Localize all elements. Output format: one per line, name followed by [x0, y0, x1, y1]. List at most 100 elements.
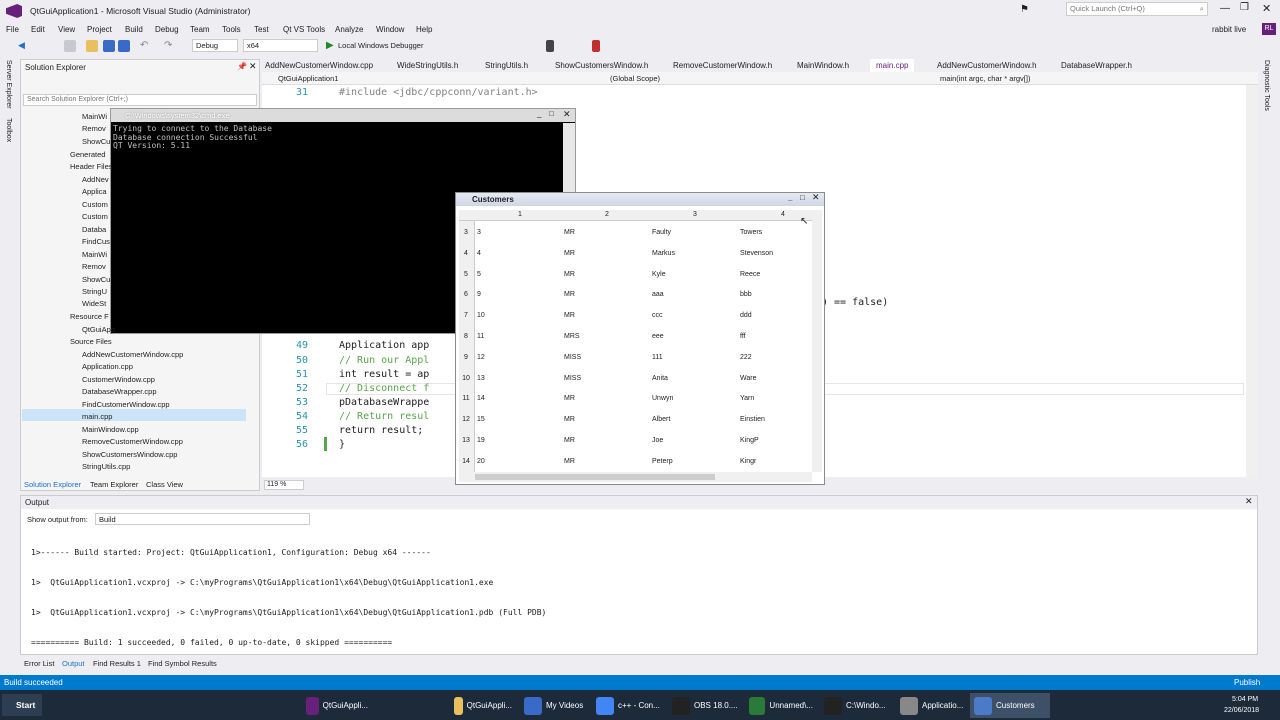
tab-stringutils-h[interactable]: StringUtils.h: [479, 59, 534, 72]
taskbar-item[interactable]: C:\Windo...: [820, 693, 888, 718]
run-icon[interactable]: ▶: [326, 40, 334, 51]
column-header[interactable]: 2: [605, 211, 609, 218]
tree-item[interactable]: Remov: [82, 262, 106, 271]
table-cell[interactable]: MISS: [564, 354, 581, 361]
table-cell[interactable]: 222: [740, 354, 752, 361]
table-cell[interactable]: Albert: [652, 416, 670, 423]
table-cell[interactable]: Faulty: [652, 229, 671, 236]
table-cell[interactable]: 4: [477, 250, 481, 257]
maximize-button[interactable]: ❐: [1240, 2, 1249, 13]
customers-window[interactable]: Customers _ □ ✕: [455, 192, 825, 485]
tab-team-explorer[interactable]: Team Explorer: [90, 480, 138, 489]
table-cell[interactable]: Markus: [652, 250, 675, 257]
editor-scrollbar[interactable]: [1246, 85, 1258, 477]
table-cell[interactable]: MISS: [564, 375, 581, 382]
menu-project[interactable]: Project: [87, 25, 112, 34]
zoom-select[interactable]: 119 %: [264, 480, 304, 490]
tree-item[interactable]: Resource F: [70, 312, 109, 321]
menu-window[interactable]: Window: [376, 25, 404, 34]
menu-edit[interactable]: Edit: [31, 25, 45, 34]
nav-function[interactable]: main(int argc, char * argv[]): [940, 74, 1030, 83]
tree-item[interactable]: DatabaseWrapper.cpp: [82, 387, 157, 396]
table-cell[interactable]: aaa: [652, 291, 664, 298]
output-source-select[interactable]: Build: [95, 513, 310, 525]
bookmark-icon[interactable]: [546, 40, 554, 52]
back-icon[interactable]: ◀: [18, 40, 30, 52]
solution-search-input[interactable]: Search Solution Explorer (Ctrl+;): [23, 94, 257, 106]
tab-mainwindow-h[interactable]: MainWindow.h: [791, 59, 855, 72]
pin-icon[interactable]: 📌: [237, 62, 247, 71]
breakpoint-icon[interactable]: [592, 40, 600, 52]
table-cell[interactable]: MR: [564, 437, 575, 444]
menu-file[interactable]: File: [6, 25, 19, 34]
table-cell[interactable]: MR: [564, 250, 575, 257]
customers-close-button[interactable]: ✕: [812, 192, 820, 203]
table-cell[interactable]: MR: [564, 229, 575, 236]
output-close-icon[interactable]: ✕: [1245, 496, 1253, 507]
tab-addnewcustomerwindow-h[interactable]: AddNewCustomerWindow.h: [931, 59, 1043, 72]
tab-solution-explorer[interactable]: Solution Explorer: [24, 480, 81, 489]
tree-item[interactable]: StringU: [82, 287, 107, 296]
notification-flag-icon[interactable]: ⚑: [1020, 4, 1029, 15]
platform-select[interactable]: x64: [243, 39, 318, 52]
tree-item[interactable]: Source Files: [70, 337, 112, 346]
tree-item[interactable]: MainWindow.cpp: [82, 425, 139, 434]
customers-titlebar[interactable]: Customers _ □ ✕: [456, 192, 824, 206]
table-vscroll[interactable]: [812, 210, 822, 472]
publish-button[interactable]: Publish: [1234, 678, 1260, 687]
table-cell[interactable]: Unwyn: [652, 395, 673, 402]
table-hscroll[interactable]: [459, 472, 812, 482]
tab-main-cpp[interactable]: main.cpp: [870, 59, 915, 72]
tab-class-view[interactable]: Class View: [146, 480, 183, 489]
menu-build[interactable]: Build: [125, 25, 143, 34]
tree-item[interactable]: StringUtils.cpp: [82, 462, 130, 471]
menu-analyze[interactable]: Analyze: [335, 25, 363, 34]
menu-tools[interactable]: Tools: [222, 25, 241, 34]
tab-removecustomerwindow-h[interactable]: RemoveCustomerWindow.h: [667, 59, 778, 72]
menu-qt-vs-tools[interactable]: Qt VS Tools: [283, 25, 325, 34]
table-cell[interactable]: 13: [477, 375, 485, 382]
table-cell[interactable]: Yarn: [740, 395, 754, 402]
nav-project[interactable]: QtGuiApplication1: [278, 74, 338, 83]
tree-item[interactable]: Generated: [70, 150, 105, 159]
tab-showcustomerswindow-h[interactable]: ShowCustomersWindow.h: [549, 59, 654, 72]
tree-item[interactable]: main.cpp: [82, 412, 112, 421]
table-cell[interactable]: 3: [477, 229, 481, 236]
column-header[interactable]: 4: [781, 211, 785, 218]
tab-widestringutils-h[interactable]: WideStringUtils.h: [391, 59, 464, 72]
tree-item[interactable]: MainWi: [82, 112, 107, 121]
table-cell[interactable]: fff: [740, 333, 746, 340]
undo-icon[interactable]: ↶: [140, 40, 152, 52]
run-debugger-button[interactable]: Local Windows Debugger: [338, 41, 423, 50]
taskbar-item[interactable]: Unnamed\...: [745, 693, 813, 718]
taskbar-item[interactable]: Applicatio...: [896, 693, 966, 718]
column-header[interactable]: 1: [518, 211, 522, 218]
table-cell[interactable]: bbb: [740, 291, 752, 298]
table-cell[interactable]: ccc: [652, 312, 663, 319]
tree-item[interactable]: RemoveCustomerWindow.cpp: [82, 437, 183, 446]
tree-item[interactable]: Remov: [82, 124, 106, 133]
save-icon[interactable]: [103, 40, 115, 52]
tree-item[interactable]: MainWi: [82, 250, 107, 259]
tree-item[interactable]: ShowCu: [82, 137, 110, 146]
side-tab-toolbox[interactable]: Toolbox: [5, 118, 12, 142]
table-cell[interactable]: 20: [477, 458, 485, 465]
table-cell[interactable]: Stevenson: [740, 250, 773, 257]
taskbar-item[interactable]: OBS 18.0....: [668, 693, 738, 718]
start-button[interactable]: Start: [2, 694, 42, 716]
tree-item[interactable]: Custom: [82, 212, 108, 221]
side-tab-server-explorer[interactable]: Server Explorer: [5, 60, 12, 109]
tab-output[interactable]: Output: [62, 659, 85, 668]
table-cell[interactable]: Kyle: [652, 271, 666, 278]
table-cell[interactable]: 10: [477, 312, 485, 319]
table-cell[interactable]: 9: [477, 291, 481, 298]
cmd-close-button[interactable]: ✕: [563, 109, 571, 120]
new-project-icon[interactable]: [64, 40, 76, 52]
table-cell[interactable]: Ware: [740, 375, 756, 382]
tree-item[interactable]: FindCustomerWindow.cpp: [82, 400, 170, 409]
table-cell[interactable]: MR: [564, 291, 575, 298]
tree-item[interactable]: AddNev: [82, 175, 109, 184]
table-cell[interactable]: 15: [477, 416, 485, 423]
config-select[interactable]: Debug: [192, 39, 238, 52]
cmd-minimize-button[interactable]: _: [537, 109, 541, 118]
